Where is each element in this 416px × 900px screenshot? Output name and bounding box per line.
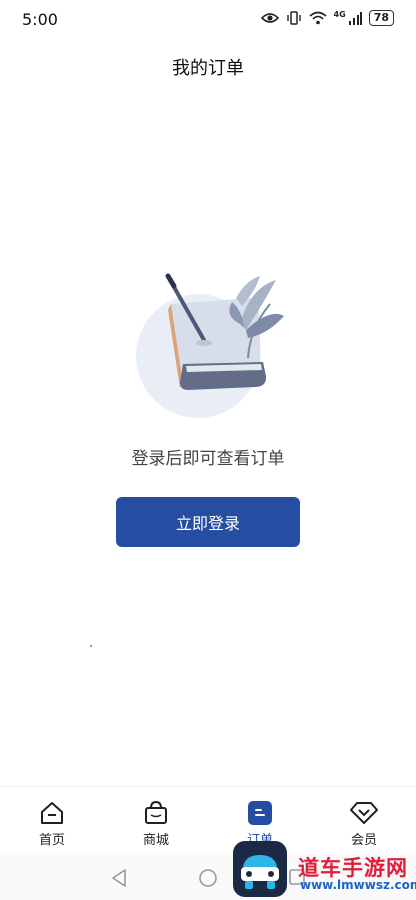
bottom-tab-bar: 首页 商城 订单 会员 <box>0 786 416 853</box>
member-diamond-icon <box>350 800 378 826</box>
home-circle-icon[interactable] <box>198 868 218 888</box>
order-icon <box>246 800 274 826</box>
tab-member-label: 会员 <box>350 833 377 848</box>
vibrate-icon <box>286 11 301 25</box>
back-triangle-icon[interactable] <box>110 868 128 888</box>
watermark-logo <box>233 841 287 897</box>
empty-order-illustration <box>136 273 284 418</box>
shopping-bag-icon <box>142 800 170 826</box>
stray-dot <box>90 645 92 647</box>
tab-home[interactable]: 首页 <box>0 787 104 853</box>
eye-icon <box>260 13 279 23</box>
login-button[interactable]: 立即登录 <box>116 497 300 547</box>
tab-home-label: 首页 <box>38 833 65 848</box>
tab-member[interactable]: 会员 <box>312 787 416 853</box>
watermark-url: www.lmwwsz.com <box>300 878 416 892</box>
page-title: 我的订单 <box>172 58 244 79</box>
signal-icon <box>348 11 362 25</box>
home-icon <box>38 800 66 826</box>
network-type: 4G <box>333 9 346 19</box>
battery-indicator: 78 <box>368 10 394 26</box>
status-time: 5:00 <box>22 10 58 29</box>
status-bar: 5:00 4G 78 <box>0 0 416 40</box>
empty-state-message: 登录后即可查看订单 <box>131 449 285 469</box>
tab-mall-label: 商城 <box>142 833 169 848</box>
status-icons: 4G 78 <box>260 9 394 26</box>
tab-mall[interactable]: 商城 <box>104 787 208 853</box>
wifi-icon <box>309 11 327 25</box>
